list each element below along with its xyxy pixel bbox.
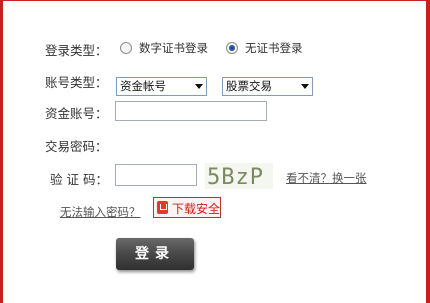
captcha-image[interactable]: 5BzP — [205, 163, 273, 189]
frame-right-border — [426, 0, 430, 303]
chevron-down-icon — [301, 84, 309, 89]
radio-no-cert[interactable] — [226, 42, 238, 54]
refresh-captcha-link[interactable]: 看不清？换一张 — [286, 170, 367, 186]
download-security-label: 下载安全 — [172, 202, 221, 216]
fund-account-input[interactable] — [115, 101, 267, 121]
trade-password-label: 交易密码： — [45, 139, 108, 154]
account-type-select-value: 资金帐号 — [120, 79, 166, 93]
account-type-select[interactable]: 资金帐号 — [116, 77, 207, 96]
trade-type-select-value: 股票交易 — [226, 79, 272, 93]
frame-left-border — [0, 0, 3, 303]
cannot-input-password-link[interactable]: 无法输入密码？ — [60, 204, 141, 220]
shield-download-icon — [157, 201, 168, 214]
frame-top-border — [0, 0, 430, 1]
chevron-down-icon — [195, 84, 203, 89]
trade-type-select[interactable]: 股票交易 — [222, 77, 313, 96]
radio-digital-cert[interactable] — [120, 42, 132, 54]
captcha-image-text: 5BzP — [207, 165, 264, 189]
account-type-label: 账号类型： — [45, 75, 108, 90]
login-type-label: 登录类型： — [45, 43, 108, 58]
captcha-input[interactable] — [115, 164, 197, 186]
radio-digital-cert-label[interactable]: 数字证书登录 — [139, 40, 208, 56]
captcha-label: 验 证 码： — [50, 172, 108, 187]
radio-selected-dot — [229, 45, 235, 51]
download-security-button[interactable]: 下载安全 — [153, 197, 221, 218]
fund-account-label: 资金账号： — [45, 106, 108, 121]
radio-no-cert-label[interactable]: 无证书登录 — [245, 40, 303, 56]
login-button[interactable]: 登录 — [116, 238, 194, 270]
